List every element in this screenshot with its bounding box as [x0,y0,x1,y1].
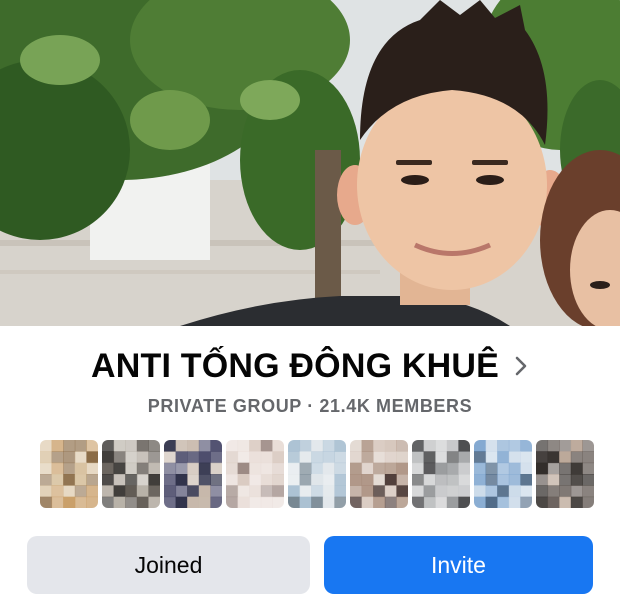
member-avatar[interactable] [102,440,160,508]
pixelated-avatar-image [474,440,532,508]
group-meta: PRIVATE GROUP · 21.4K MEMBERS [0,396,620,417]
pixelated-avatar-image [164,440,222,508]
group-actions: Joined Invite [27,536,593,594]
chevron-right-icon[interactable] [513,355,529,377]
group-cover-photo[interactable] [0,0,620,326]
member-avatar[interactable] [164,440,222,508]
pixelated-avatar-image [40,440,98,508]
pixelated-avatar-image [288,440,346,508]
privacy-label: PRIVATE GROUP [147,396,302,416]
member-avatars-row[interactable] [30,440,594,510]
cover-photo-image [0,0,620,326]
pixelated-avatar-image [226,440,284,508]
meta-separator: · [307,396,314,416]
group-name[interactable]: ANTI TỐNG ĐÔNG KHUÊ [91,347,499,386]
member-avatar[interactable] [40,440,98,508]
group-title-row[interactable]: ANTI TỐNG ĐÔNG KHUÊ [0,340,620,392]
members-count[interactable]: 21.4K MEMBERS [319,396,472,416]
member-avatar[interactable] [536,440,594,508]
pixelated-avatar-image [536,440,594,508]
invite-button[interactable]: Invite [324,536,593,594]
joined-button[interactable]: Joined [27,536,310,594]
pixelated-avatar-image [350,440,408,508]
member-avatar[interactable] [412,440,470,508]
member-avatar[interactable] [226,440,284,508]
member-avatar[interactable] [288,440,346,508]
pixelated-avatar-image [412,440,470,508]
member-avatar[interactable] [474,440,532,508]
member-avatar[interactable] [350,440,408,508]
pixelated-avatar-image [102,440,160,508]
